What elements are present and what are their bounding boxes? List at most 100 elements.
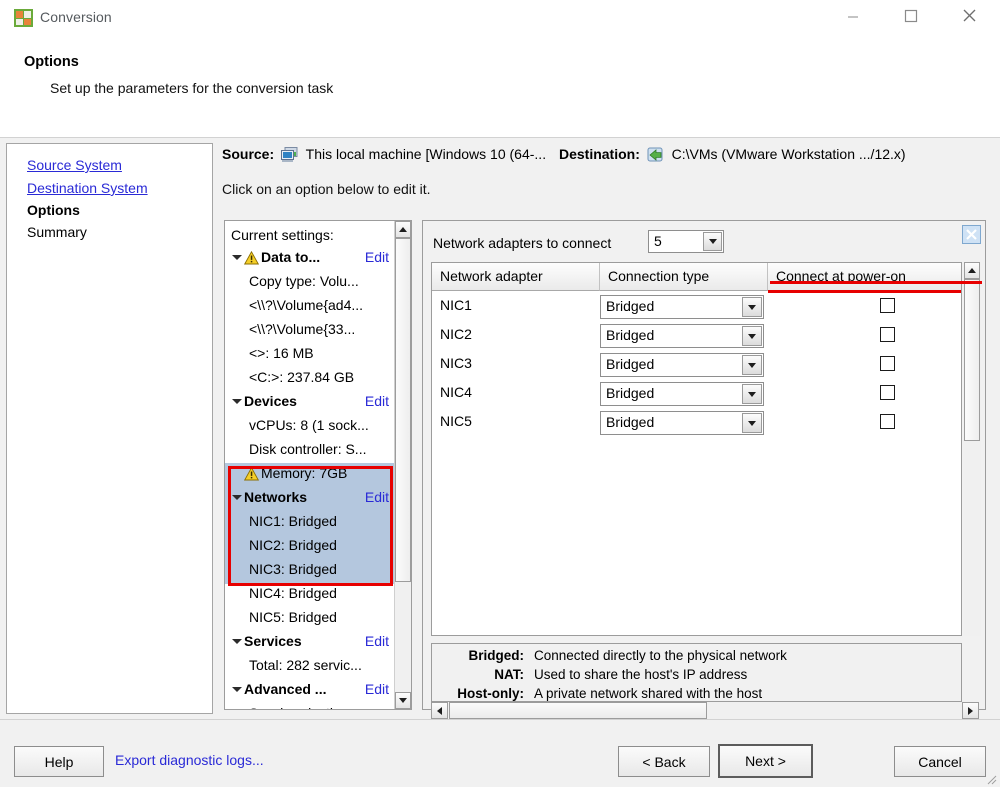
vm-destination-icon: [647, 147, 664, 166]
scroll-left-icon[interactable]: [431, 702, 448, 719]
tree-item-volume-c[interactable]: <C:>: 237.84 GB: [225, 365, 395, 389]
page-header: Options Set up the parameters for the co…: [0, 37, 1000, 138]
table-row[interactable]: NIC3 Bridged: [432, 351, 961, 380]
chevron-down-icon[interactable]: [231, 389, 244, 413]
table-row[interactable]: NIC1 Bridged: [432, 293, 961, 322]
adapter-name: NIC3: [440, 355, 472, 371]
tree-item-vcpus[interactable]: vCPUs: 8 (1 sock...: [225, 413, 395, 437]
tree-item-volume-ad4[interactable]: <\\?\Volume{ad4...: [225, 293, 395, 317]
page-title: Options: [24, 54, 79, 70]
minimize-icon[interactable]: [830, 0, 876, 31]
sidebar-item-destination-system[interactable]: Destination System: [27, 180, 148, 196]
tree-item-synchronization[interactable]: Synchronization: ...: [225, 701, 395, 709]
scroll-up-icon[interactable]: [964, 262, 980, 279]
adapter-name: NIC2: [440, 326, 472, 342]
tree-item-disk-controller[interactable]: Disk controller: S...: [225, 437, 395, 461]
tree-item-nic1[interactable]: NIC1: Bridged: [225, 509, 395, 533]
edit-link-data-to-copy[interactable]: Edit: [365, 245, 389, 269]
table-row[interactable]: NIC5 Bridged: [432, 409, 961, 438]
tree-item-nic4[interactable]: NIC4: Bridged: [225, 581, 395, 605]
maximize-icon[interactable]: [888, 0, 934, 31]
connect-at-power-on-checkbox[interactable]: [880, 327, 895, 342]
column-header-network-adapter[interactable]: Network adapter: [432, 263, 600, 291]
connection-type-dropdown[interactable]: Bridged: [600, 382, 764, 406]
options-pane: Source: This local machine [Windows 10 (…: [216, 143, 994, 745]
connection-type-dropdown[interactable]: Bridged: [600, 295, 764, 319]
chevron-down-icon[interactable]: [231, 485, 244, 509]
connect-at-power-on-checkbox[interactable]: [880, 356, 895, 371]
adapter-name: NIC4: [440, 384, 472, 400]
cancel-button[interactable]: Cancel: [894, 746, 986, 777]
legend-row-host-only: Host-only: A private network shared with…: [432, 686, 952, 701]
tree-group-services[interactable]: Services Edit: [225, 629, 395, 653]
panel-close-icon[interactable]: [962, 225, 981, 244]
connection-type-legend: Bridged: Connected directly to the physi…: [431, 643, 962, 702]
connection-type-value: Bridged: [606, 385, 655, 401]
connect-at-power-on-checkbox[interactable]: [880, 298, 895, 313]
tree-item-memory[interactable]: Memory: 7GB: [225, 461, 395, 485]
tree-item-total-services[interactable]: Total: 282 servic...: [225, 653, 395, 677]
chevron-down-icon[interactable]: [231, 245, 244, 269]
chevron-down-icon[interactable]: [231, 677, 244, 701]
tree-group-data-to-copy[interactable]: Data to... Edit: [225, 245, 395, 269]
sidebar-item-options[interactable]: Options: [27, 202, 80, 218]
adapters-table-scrollbar[interactable]: [964, 262, 981, 636]
edit-link-advanced[interactable]: Edit: [365, 677, 389, 701]
close-icon[interactable]: [946, 0, 992, 31]
edit-hint: Click on an option below to edit it.: [222, 181, 431, 197]
connect-at-power-on-checkbox[interactable]: [880, 385, 895, 400]
scroll-up-icon[interactable]: [395, 221, 411, 238]
legend-horizontal-scrollbar[interactable]: [431, 702, 979, 720]
chevron-down-icon[interactable]: [742, 297, 762, 317]
edit-link-services[interactable]: Edit: [365, 629, 389, 653]
destination-value: C:\VMs (VMware Workstation .../12.x): [671, 146, 906, 162]
tree-item-nic3[interactable]: NIC3: Bridged: [225, 557, 395, 581]
tree-item-volume-33[interactable]: <\\?\Volume{33...: [225, 317, 395, 341]
tree-item-nic2[interactable]: NIC2: Bridged: [225, 533, 395, 557]
next-button[interactable]: Next >: [718, 744, 813, 778]
help-button[interactable]: Help: [14, 746, 104, 777]
chevron-down-icon[interactable]: [742, 355, 762, 375]
adapters-count-dropdown[interactable]: 5: [648, 230, 724, 253]
settings-tree-scrollbar[interactable]: [394, 221, 411, 709]
legend-key: NAT:: [494, 667, 524, 682]
legend-row-bridged: Bridged: Connected directly to the physi…: [432, 648, 952, 667]
scrollbar-thumb[interactable]: [449, 702, 707, 719]
chevron-down-icon[interactable]: [742, 326, 762, 346]
conversion-app-icon: [14, 9, 33, 27]
resize-grip-icon[interactable]: [985, 773, 997, 785]
tree-item-nic5[interactable]: NIC5: Bridged: [225, 605, 419, 629]
back-button[interactable]: < Back: [618, 746, 710, 777]
edit-link-networks[interactable]: Edit: [365, 485, 389, 509]
tree-group-devices[interactable]: Devices Edit: [225, 389, 395, 413]
current-settings-list: Current settings: Data to... Edit Copy t…: [225, 221, 395, 709]
sidebar-item-summary[interactable]: Summary: [27, 224, 87, 240]
tree-item-copy-type[interactable]: Copy type: Volu...: [225, 269, 395, 293]
tree-group-networks[interactable]: Networks Edit: [225, 485, 395, 509]
edit-link-devices[interactable]: Edit: [365, 389, 389, 413]
column-header-connection-type[interactable]: Connection type: [600, 263, 768, 291]
table-row[interactable]: NIC4 Bridged: [432, 380, 961, 409]
table-row[interactable]: NIC2 Bridged: [432, 322, 961, 351]
annotation-underline-extension: [770, 281, 982, 284]
chevron-down-icon[interactable]: [742, 384, 762, 404]
source-value: This local machine [Windows 10 (64-...: [305, 146, 547, 162]
connect-at-power-on-checkbox[interactable]: [880, 414, 895, 429]
chevron-down-icon[interactable]: [742, 413, 762, 433]
chevron-down-icon[interactable]: [231, 629, 244, 653]
connection-type-value: Bridged: [606, 298, 655, 314]
connection-type-dropdown[interactable]: Bridged: [600, 353, 764, 377]
scroll-right-icon[interactable]: [962, 702, 979, 719]
tree-item-volume-unnamed[interactable]: <>: 16 MB: [225, 341, 395, 365]
chevron-down-icon[interactable]: [703, 232, 722, 251]
tree-group-advanced[interactable]: Advanced ... Edit: [225, 677, 395, 701]
scrollbar-thumb[interactable]: [395, 238, 411, 582]
scroll-down-icon[interactable]: [395, 692, 411, 709]
column-header-connect-at-power-on[interactable]: Connect at power-on: [768, 263, 961, 291]
connection-type-dropdown[interactable]: Bridged: [600, 324, 764, 348]
connection-type-dropdown[interactable]: Bridged: [600, 411, 764, 435]
export-diagnostic-logs-link[interactable]: Export diagnostic logs...: [115, 752, 264, 768]
title-bar: Conversion: [0, 0, 1000, 37]
scrollbar-thumb[interactable]: [964, 279, 980, 441]
sidebar-item-source-system[interactable]: Source System: [27, 157, 122, 173]
